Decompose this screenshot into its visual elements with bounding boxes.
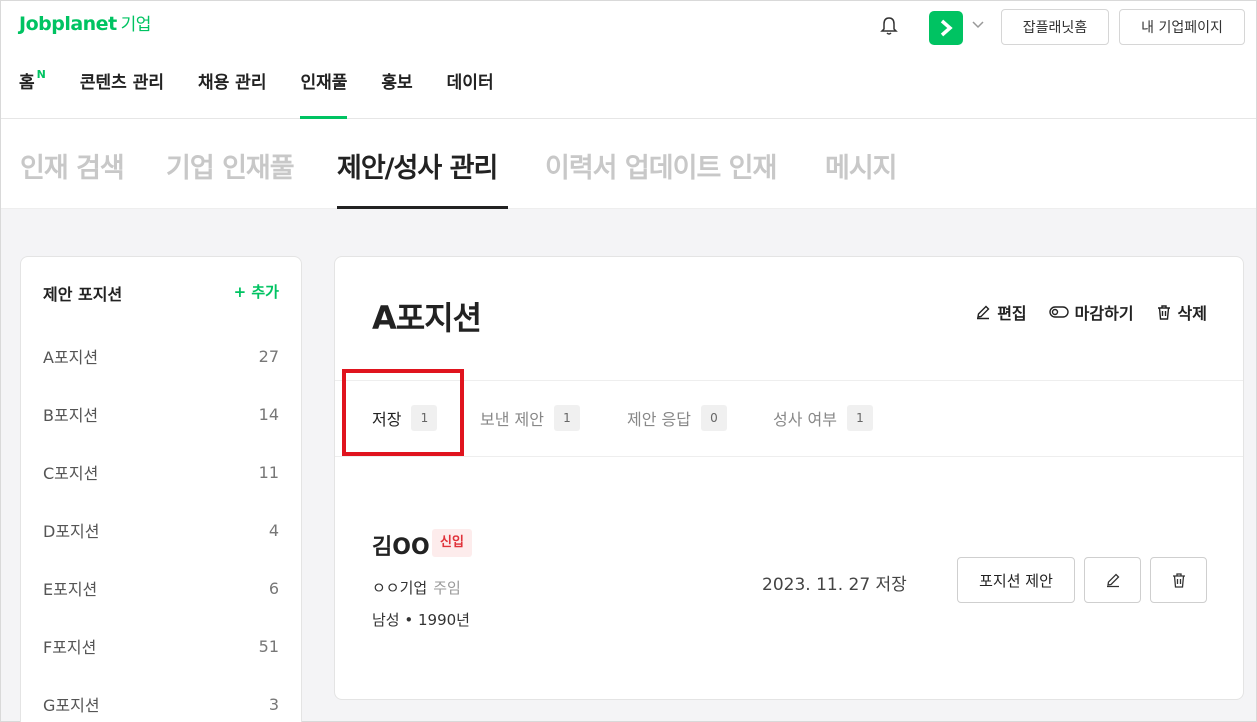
sub-tabs: 인재 검색 기업 인재풀 제안/성사 관리 이력서 업데이트 인재 메시지 (1, 120, 1256, 209)
position-title: A포지션 (372, 299, 482, 337)
company-name: ㅇㅇ기업 (372, 579, 428, 597)
sidebar-item-f[interactable]: F포지션 51 (43, 631, 279, 661)
position-label: C포지션 (43, 464, 99, 483)
position-label: B포지션 (43, 406, 99, 425)
tab-label: 제안 응답 (627, 410, 691, 429)
position-label: E포지션 (43, 580, 98, 599)
nav-home-label: 홈 (19, 73, 35, 93)
tab-messages[interactable]: 메시지 (825, 146, 898, 185)
nav-recruit[interactable]: 채용 관리 (198, 65, 266, 119)
saved-date: 2023. 11. 27 저장 (762, 575, 907, 595)
close-position-button[interactable]: 마감하기 (1048, 300, 1134, 324)
position-count: 27 (258, 346, 279, 366)
bell-icon[interactable] (879, 15, 899, 37)
position-count: 6 (268, 578, 279, 598)
trash-icon (1157, 304, 1170, 320)
nav-home[interactable]: 홈N (19, 65, 46, 119)
new-badge: N (36, 68, 46, 81)
delete-candidate-button[interactable] (1150, 557, 1207, 603)
pencil-icon (1106, 573, 1119, 588)
jobplanet-home-button[interactable]: 잡플래닛홈 (1001, 9, 1109, 45)
account-brand-icon[interactable] (929, 11, 963, 45)
my-company-page-button[interactable]: 내 기업페이지 (1119, 9, 1245, 45)
candidate-role: 주임 (433, 579, 461, 597)
candidate-info: 남성 • 1990년 (372, 611, 470, 629)
main-nav: 홈N 콘텐츠 관리 채용 관리 인재풀 홍보 데이터 (19, 65, 528, 119)
delete-position-button[interactable]: 삭제 (1156, 300, 1207, 324)
jobplanet-logo[interactable]: Jobplanet 기업 (19, 10, 151, 35)
tab-count: 0 (700, 405, 727, 431)
logo-sub-text: 기업 (120, 15, 152, 35)
position-label: A포지션 (43, 348, 99, 367)
toggle-icon (1048, 306, 1069, 318)
tab-count: 1 (553, 405, 580, 431)
sidebar-item-a[interactable]: A포지션 27 (43, 341, 279, 371)
top-header: Jobplanet 기업 잡플래닛홈 내 기업페이지 홈N 콘텐츠 관리 채용 관… (1, 1, 1256, 119)
candidate-name[interactable]: 김OO (372, 529, 430, 561)
status-tabs: 저장 1 보낸 제안 1 제안 응답 0 성사 여부 1 (335, 380, 1243, 457)
edit-candidate-button[interactable] (1084, 557, 1141, 603)
sidebar-title: 제안 포지션 (43, 285, 123, 304)
position-label: F포지션 (43, 638, 97, 657)
nav-data[interactable]: 데이터 (447, 65, 494, 119)
highlight-box (342, 369, 464, 456)
tab-hire-result[interactable]: 성사 여부 1 (773, 405, 873, 431)
chevron-down-icon[interactable] (971, 17, 985, 31)
tab-label: 성사 여부 (773, 410, 837, 429)
sidebar-item-g[interactable]: G포지션 3 (43, 689, 279, 719)
candidate-tag: 신입 (432, 529, 472, 557)
tab-count: 1 (846, 405, 873, 431)
propose-position-button[interactable]: 포지션 제안 (957, 557, 1075, 603)
position-count: 51 (258, 636, 279, 656)
trash-icon (1172, 572, 1185, 588)
position-count: 3 (268, 694, 279, 714)
logo-text: Jobplanet (19, 13, 117, 35)
add-position-button[interactable]: + 추가 (234, 281, 279, 302)
edit-label: 편집 (997, 304, 1027, 323)
position-panel: A포지션 편집 마감하기 삭제 저장 1 보낸 제안 1 제안 응답 0 성사 … (334, 256, 1244, 700)
sidebar-item-e[interactable]: E포지션 6 (43, 573, 279, 603)
sidebar-item-d[interactable]: D포지션 4 (43, 515, 279, 545)
panel-actions: 편집 마감하기 삭제 (953, 300, 1207, 324)
position-count: 11 (258, 462, 279, 482)
tab-resume-update[interactable]: 이력서 업데이트 인재 (545, 146, 777, 185)
position-count: 4 (268, 520, 279, 540)
sidebar-item-b[interactable]: B포지션 14 (43, 399, 279, 429)
tab-talent-search[interactable]: 인재 검색 (20, 146, 125, 185)
delete-label: 삭제 (1177, 304, 1207, 323)
nav-talent-pool[interactable]: 인재풀 (300, 65, 347, 119)
position-sidebar: 제안 포지션 + 추가 A포지션 27 B포지션 14 C포지션 11 D포지션… (20, 256, 302, 722)
close-label: 마감하기 (1074, 304, 1134, 323)
position-label: G포지션 (43, 696, 100, 715)
pencil-icon (977, 305, 990, 320)
content-area: 제안 포지션 + 추가 A포지션 27 B포지션 14 C포지션 11 D포지션… (1, 209, 1256, 722)
tab-company-talent-pool[interactable]: 기업 인재풀 (166, 146, 295, 185)
nav-promotion[interactable]: 홍보 (381, 65, 412, 119)
sidebar-item-c[interactable]: C포지션 11 (43, 457, 279, 487)
candidate-company: ㅇㅇ기업 주임 (372, 577, 461, 598)
position-count: 14 (258, 404, 279, 424)
tab-offer-management[interactable]: 제안/성사 관리 (337, 146, 498, 185)
tab-sent-offers[interactable]: 보낸 제안 1 (480, 405, 580, 431)
tab-label: 보낸 제안 (480, 410, 544, 429)
nav-content[interactable]: 콘텐츠 관리 (80, 65, 164, 119)
position-label: D포지션 (43, 522, 100, 541)
tab-offer-responses[interactable]: 제안 응답 0 (627, 405, 727, 431)
edit-position-button[interactable]: 편집 (975, 300, 1027, 324)
